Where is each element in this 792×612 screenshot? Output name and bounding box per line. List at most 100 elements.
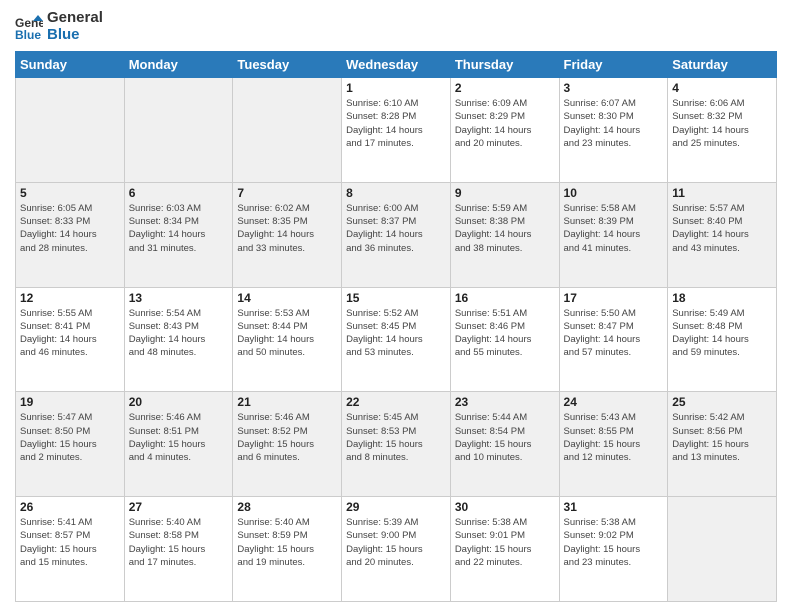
day-info: Sunrise: 5:45 AM Sunset: 8:53 PM Dayligh… xyxy=(346,411,446,464)
day-info: Sunrise: 5:43 AM Sunset: 8:55 PM Dayligh… xyxy=(564,411,664,464)
calendar-cell xyxy=(16,78,125,183)
day-info: Sunrise: 5:42 AM Sunset: 8:56 PM Dayligh… xyxy=(672,411,772,464)
logo-icon: General Blue xyxy=(15,13,43,41)
calendar-cell: 28 Sunrise: 5:40 AM Sunset: 8:59 PM Dayli… xyxy=(233,497,342,602)
day-number: 24 xyxy=(564,395,664,409)
calendar-cell: 12 Sunrise: 5:55 AM Sunset: 8:41 PM Dayli… xyxy=(16,287,125,392)
day-header-saturday: Saturday xyxy=(668,52,777,78)
day-number: 23 xyxy=(455,395,555,409)
day-info: Sunrise: 5:39 AM Sunset: 9:00 PM Dayligh… xyxy=(346,516,446,569)
day-header-sunday: Sunday xyxy=(16,52,125,78)
day-number: 25 xyxy=(672,395,772,409)
calendar-cell xyxy=(124,78,233,183)
calendar-cell: 3 Sunrise: 6:07 AM Sunset: 8:30 PM Daylig… xyxy=(559,78,668,183)
calendar-week-row: 12 Sunrise: 5:55 AM Sunset: 8:41 PM Dayli… xyxy=(16,287,777,392)
day-number: 28 xyxy=(237,500,337,514)
day-header-wednesday: Wednesday xyxy=(342,52,451,78)
calendar-cell: 24 Sunrise: 5:43 AM Sunset: 8:55 PM Dayli… xyxy=(559,392,668,497)
day-number: 13 xyxy=(129,291,229,305)
day-info: Sunrise: 6:09 AM Sunset: 8:29 PM Dayligh… xyxy=(455,97,555,150)
calendar-cell: 25 Sunrise: 5:42 AM Sunset: 8:56 PM Dayli… xyxy=(668,392,777,497)
day-info: Sunrise: 5:38 AM Sunset: 9:01 PM Dayligh… xyxy=(455,516,555,569)
day-info: Sunrise: 5:55 AM Sunset: 8:41 PM Dayligh… xyxy=(20,307,120,360)
calendar-cell xyxy=(668,497,777,602)
calendar-cell: 10 Sunrise: 5:58 AM Sunset: 8:39 PM Dayli… xyxy=(559,182,668,287)
calendar-table: SundayMondayTuesdayWednesdayThursdayFrid… xyxy=(15,51,777,602)
day-number: 9 xyxy=(455,186,555,200)
calendar-cell: 14 Sunrise: 5:53 AM Sunset: 8:44 PM Dayli… xyxy=(233,287,342,392)
day-info: Sunrise: 5:50 AM Sunset: 8:47 PM Dayligh… xyxy=(564,307,664,360)
day-number: 15 xyxy=(346,291,446,305)
day-info: Sunrise: 6:03 AM Sunset: 8:34 PM Dayligh… xyxy=(129,202,229,255)
calendar-cell: 9 Sunrise: 5:59 AM Sunset: 8:38 PM Daylig… xyxy=(450,182,559,287)
calendar-cell: 6 Sunrise: 6:03 AM Sunset: 8:34 PM Daylig… xyxy=(124,182,233,287)
day-header-thursday: Thursday xyxy=(450,52,559,78)
day-info: Sunrise: 6:02 AM Sunset: 8:35 PM Dayligh… xyxy=(237,202,337,255)
day-number: 18 xyxy=(672,291,772,305)
day-number: 3 xyxy=(564,81,664,95)
calendar-cell: 29 Sunrise: 5:39 AM Sunset: 9:00 PM Dayli… xyxy=(342,497,451,602)
day-info: Sunrise: 5:57 AM Sunset: 8:40 PM Dayligh… xyxy=(672,202,772,255)
day-number: 12 xyxy=(20,291,120,305)
svg-text:Blue: Blue xyxy=(15,28,41,41)
day-info: Sunrise: 6:10 AM Sunset: 8:28 PM Dayligh… xyxy=(346,97,446,150)
calendar-cell: 18 Sunrise: 5:49 AM Sunset: 8:48 PM Dayli… xyxy=(668,287,777,392)
day-number: 31 xyxy=(564,500,664,514)
day-info: Sunrise: 5:40 AM Sunset: 8:59 PM Dayligh… xyxy=(237,516,337,569)
day-number: 2 xyxy=(455,81,555,95)
calendar-cell: 2 Sunrise: 6:09 AM Sunset: 8:29 PM Daylig… xyxy=(450,78,559,183)
day-number: 8 xyxy=(346,186,446,200)
calendar-cell: 23 Sunrise: 5:44 AM Sunset: 8:54 PM Dayli… xyxy=(450,392,559,497)
day-number: 11 xyxy=(672,186,772,200)
calendar-week-row: 1Sunrise: 6:10 AM Sunset: 8:28 PM Daylig… xyxy=(16,78,777,183)
calendar-cell: 13 Sunrise: 5:54 AM Sunset: 8:43 PM Dayli… xyxy=(124,287,233,392)
day-number: 20 xyxy=(129,395,229,409)
calendar-week-row: 5 Sunrise: 6:05 AM Sunset: 8:33 PM Daylig… xyxy=(16,182,777,287)
day-info: Sunrise: 5:38 AM Sunset: 9:02 PM Dayligh… xyxy=(564,516,664,569)
day-info: Sunrise: 5:59 AM Sunset: 8:38 PM Dayligh… xyxy=(455,202,555,255)
calendar-cell: 19Sunrise: 5:47 AM Sunset: 8:50 PM Dayli… xyxy=(16,392,125,497)
day-number: 27 xyxy=(129,500,229,514)
day-info: Sunrise: 5:53 AM Sunset: 8:44 PM Dayligh… xyxy=(237,307,337,360)
calendar-cell: 1Sunrise: 6:10 AM Sunset: 8:28 PM Daylig… xyxy=(342,78,451,183)
day-number: 10 xyxy=(564,186,664,200)
day-info: Sunrise: 5:49 AM Sunset: 8:48 PM Dayligh… xyxy=(672,307,772,360)
calendar-week-row: 26 Sunrise: 5:41 AM Sunset: 8:57 PM Dayli… xyxy=(16,497,777,602)
day-info: Sunrise: 5:41 AM Sunset: 8:57 PM Dayligh… xyxy=(20,516,120,569)
day-number: 14 xyxy=(237,291,337,305)
day-number: 26 xyxy=(20,500,120,514)
calendar-cell: 4Sunrise: 6:06 AM Sunset: 8:32 PM Daylig… xyxy=(668,78,777,183)
calendar-cell: 15Sunrise: 5:52 AM Sunset: 8:45 PM Dayli… xyxy=(342,287,451,392)
day-info: Sunrise: 6:00 AM Sunset: 8:37 PM Dayligh… xyxy=(346,202,446,255)
day-info: Sunrise: 5:40 AM Sunset: 8:58 PM Dayligh… xyxy=(129,516,229,569)
day-number: 7 xyxy=(237,186,337,200)
calendar-cell: 11 Sunrise: 5:57 AM Sunset: 8:40 PM Dayli… xyxy=(668,182,777,287)
day-info: Sunrise: 6:05 AM Sunset: 8:33 PM Dayligh… xyxy=(20,202,120,255)
day-info: Sunrise: 5:46 AM Sunset: 8:51 PM Dayligh… xyxy=(129,411,229,464)
logo-text-blue: Blue xyxy=(47,27,103,44)
day-info: Sunrise: 5:58 AM Sunset: 8:39 PM Dayligh… xyxy=(564,202,664,255)
calendar-cell: 26 Sunrise: 5:41 AM Sunset: 8:57 PM Dayli… xyxy=(16,497,125,602)
calendar-cell: 8 Sunrise: 6:00 AM Sunset: 8:37 PM Daylig… xyxy=(342,182,451,287)
calendar-cell: 27 Sunrise: 5:40 AM Sunset: 8:58 PM Dayli… xyxy=(124,497,233,602)
day-info: Sunrise: 6:07 AM Sunset: 8:30 PM Dayligh… xyxy=(564,97,664,150)
page: General Blue General Blue SundayMondayTu… xyxy=(0,0,792,612)
day-info: Sunrise: 5:51 AM Sunset: 8:46 PM Dayligh… xyxy=(455,307,555,360)
calendar-cell: 17Sunrise: 5:50 AM Sunset: 8:47 PM Dayli… xyxy=(559,287,668,392)
calendar-cell: 7 Sunrise: 6:02 AM Sunset: 8:35 PM Daylig… xyxy=(233,182,342,287)
day-info: Sunrise: 5:54 AM Sunset: 8:43 PM Dayligh… xyxy=(129,307,229,360)
header: General Blue General Blue xyxy=(15,10,777,43)
day-number: 16 xyxy=(455,291,555,305)
day-info: Sunrise: 5:46 AM Sunset: 8:52 PM Dayligh… xyxy=(237,411,337,464)
calendar-cell: 21 Sunrise: 5:46 AM Sunset: 8:52 PM Dayli… xyxy=(233,392,342,497)
day-number: 6 xyxy=(129,186,229,200)
calendar-cell: 16 Sunrise: 5:51 AM Sunset: 8:46 PM Dayli… xyxy=(450,287,559,392)
calendar-week-row: 19Sunrise: 5:47 AM Sunset: 8:50 PM Dayli… xyxy=(16,392,777,497)
day-number: 21 xyxy=(237,395,337,409)
day-number: 29 xyxy=(346,500,446,514)
day-number: 19 xyxy=(20,395,120,409)
day-number: 4 xyxy=(672,81,772,95)
day-info: Sunrise: 5:44 AM Sunset: 8:54 PM Dayligh… xyxy=(455,411,555,464)
calendar-cell: 20 Sunrise: 5:46 AM Sunset: 8:51 PM Dayli… xyxy=(124,392,233,497)
day-number: 5 xyxy=(20,186,120,200)
